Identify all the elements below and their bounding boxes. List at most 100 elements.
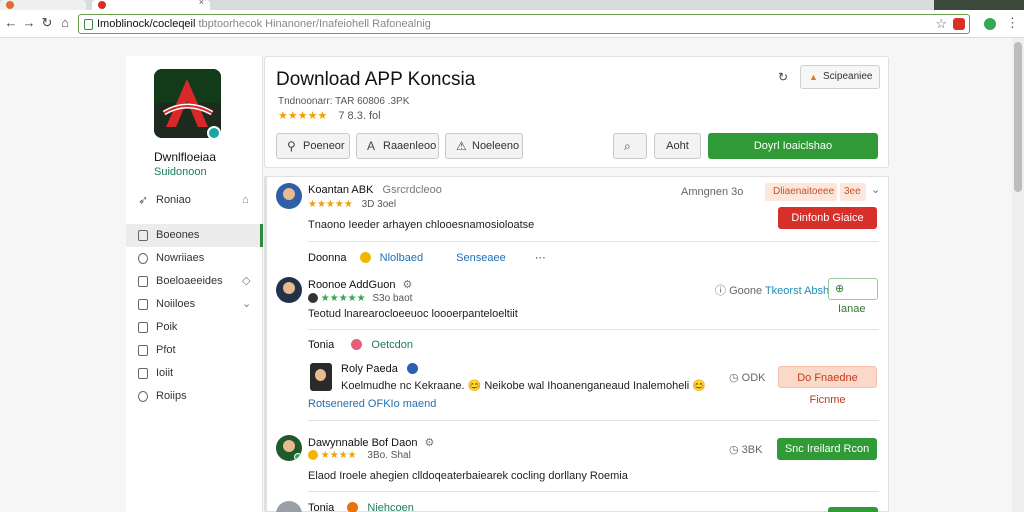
info-icon (138, 391, 148, 402)
clock-icon: ◷ (729, 372, 739, 384)
reply-name-link[interactable]: Nlolbaed (380, 252, 423, 264)
app-subtitle[interactable]: Suidonoon (154, 166, 207, 178)
reply-name-link[interactable]: Niehcoen (367, 502, 413, 512)
count-link[interactable]: Tkeorst Abshi (765, 285, 832, 297)
chevron-down-icon[interactable]: ⌄ (871, 183, 880, 196)
doc-icon (138, 368, 148, 379)
vertical-scrollbar[interactable] (1012, 38, 1024, 512)
sidebar-item-5[interactable]: Poik (126, 316, 263, 339)
chevron-down-icon[interactable]: ⌄ (242, 293, 251, 316)
menu-dots-icon[interactable]: ⋮ (1006, 15, 1019, 31)
extension-green-icon[interactable] (984, 18, 996, 30)
post-username[interactable]: Roonoe AddGuon ⚙ (308, 278, 412, 291)
bookmark-star-icon[interactable]: ☆ (935, 16, 947, 32)
nested-avatar[interactable] (310, 363, 332, 391)
avatar[interactable] (276, 277, 302, 303)
extension-icon[interactable] (953, 18, 965, 30)
partial-action-button[interactable] (828, 507, 878, 512)
username-text: Koantan ABK (308, 184, 374, 196)
follow-button[interactable]: ⊕ Ianae (828, 278, 878, 315)
list-icon (138, 276, 148, 287)
avatar-mini-icon (308, 293, 318, 303)
user-tag: Gsrcrdcleoo (382, 184, 442, 196)
avatar[interactable] (276, 435, 302, 461)
sidebar-item-label: Boeloaeeides (156, 275, 223, 287)
action-button-2[interactable]: A Raaenleoo (356, 133, 439, 159)
info-icon: ⓘ (715, 285, 726, 297)
refresh-icon[interactable]: ↻ (778, 70, 788, 84)
button-label: Noeleeno (472, 140, 520, 152)
back-arrow-icon[interactable]: ← (4, 16, 18, 30)
sidebar-item-label: Roniao (156, 194, 191, 206)
post-rating: ★★★★★ S3o baot (308, 293, 412, 304)
app-name: Dwnlfloeiaa (154, 150, 217, 164)
rating-score: 3D 3oel (361, 199, 397, 210)
emoji-icon (351, 339, 363, 350)
follow-label: Ianae (838, 303, 866, 315)
forward-arrow-icon[interactable]: → (22, 16, 36, 30)
address-bar[interactable]: Imoblinock/cocleqeil tbptoorhecok Hinano… (78, 14, 970, 34)
tab-favicon-icon (6, 1, 14, 9)
divider (308, 329, 879, 330)
button-label: Poeneor (303, 140, 345, 152)
close-icon[interactable]: × (199, 0, 204, 7)
rating-stars: ★★★★★ (308, 199, 353, 210)
online-status-icon (294, 453, 302, 461)
sidebar-item-6[interactable]: Pfot (126, 339, 263, 362)
report-button[interactable]: Dinfonb Giaice (778, 207, 877, 229)
more-icon[interactable]: ⋯ (535, 252, 546, 264)
sidebar-item-label: Poik (156, 321, 178, 333)
nested-username[interactable]: Roly Paeda (341, 363, 418, 375)
cursor-icon: ➶ (138, 193, 149, 207)
reply-name-link[interactable]: Oetcdon (371, 339, 413, 351)
download-button[interactable]: Doyrl Ioaiclshao (708, 133, 878, 159)
sidebar-item-4[interactable]: Noiiloes ⌄ (126, 293, 263, 316)
folder-icon (138, 299, 148, 310)
post-rating: ★★★★★ 3D 3oel (308, 199, 396, 210)
divider (308, 420, 879, 421)
a-letter-icon: A (367, 139, 376, 153)
tab-favicon-icon (98, 1, 106, 9)
sponsor-label: Scipeaniee (823, 71, 873, 82)
aoht-button[interactable]: Aoht (654, 133, 701, 159)
app-header-card: Download APP Koncsia Tndnoonarr: TAR 608… (264, 56, 889, 168)
count-chip[interactable]: 3ee (840, 183, 866, 201)
nested-link[interactable]: Rotsenered OFKIo maend (308, 398, 436, 410)
home-icon[interactable]: ⌂ (58, 16, 72, 30)
reply-row: Tonia Niehcoen (308, 502, 414, 512)
tab-inactive[interactable] (0, 0, 86, 10)
search-button[interactable]: ⚲ Poeneor (276, 133, 350, 159)
url-text: Imoblinock/cocleqeil tbptoorhecok Hinano… (97, 18, 431, 30)
sidebar-item-1[interactable]: Boeones (126, 224, 263, 247)
verified-badge-icon (207, 126, 221, 140)
sidebar-item-7[interactable]: Ioiit (126, 362, 263, 385)
sidebar-item-2[interactable]: Nowriiaes (126, 247, 263, 270)
action-button-3[interactable]: ⚠ Noeleeno (445, 133, 523, 159)
reload-icon[interactable]: ↻ (40, 16, 54, 30)
post-action-button[interactable]: Snc Ireilard Rcon (777, 438, 877, 460)
status-chip[interactable]: Dliaenaitoeee (765, 183, 837, 201)
avatar-face-icon (315, 369, 326, 381)
sidebar-item-3[interactable]: Boeloaeeides ◇ (126, 270, 263, 293)
post-time: Amngnen 3o (681, 186, 744, 198)
settings-icon: ⚙ (424, 437, 435, 449)
post-rating: ★★★★ 3Bo. Shal (308, 450, 411, 461)
avatar[interactable] (276, 183, 302, 209)
reply-link[interactable]: Senseaee (456, 252, 506, 264)
nested-action-button[interactable]: Do Fnaedne Ficnme (778, 366, 877, 406)
sponsor-chip[interactable]: ▲ Scipeaniee (800, 65, 880, 89)
comment-feed: Koantan ABK Gsrcrdcleoo ★★★★★ 3D 3oel Tn… (264, 176, 889, 512)
sidebar-item-8[interactable]: Roiips (126, 385, 263, 408)
sidebar-item-label: Noiiloes (156, 298, 196, 310)
post-username[interactable]: Koantan ABK Gsrcrdcleoo (308, 184, 442, 196)
count-text: ODK (741, 372, 766, 384)
expand-icon[interactable]: ◇ (242, 270, 250, 293)
avatar[interactable] (276, 501, 302, 512)
sidebar-item-0[interactable]: ➶ Roniao ⌂ (126, 189, 263, 212)
app-meta: Tndnoonarr: TAR 60806 .3PK (278, 96, 410, 107)
avatar-face-icon (283, 188, 295, 200)
tab-active[interactable]: × (92, 0, 210, 10)
tag-button[interactable]: ⌕ (613, 133, 647, 159)
scrollbar-thumb[interactable] (1014, 42, 1022, 192)
post-username[interactable]: Dawynnable Bof Daon ⚙ (308, 436, 434, 449)
